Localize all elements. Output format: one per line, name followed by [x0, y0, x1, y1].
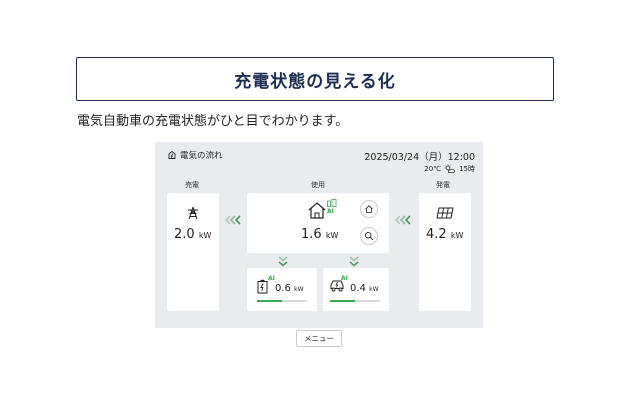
eco-mode-button[interactable] [360, 200, 378, 218]
solar-value: 4.2 kW [426, 227, 463, 242]
cloudy-sun-icon [444, 164, 455, 173]
home-usage-card[interactable]: AI 1.6 kW [247, 193, 389, 253]
energy-flow-panel: 電気の流れ 2025/03/24（月）12:00 20℃ 15時 売電 使用 発… [155, 142, 483, 328]
page-title-box: 充電状態の見える化 [76, 57, 554, 101]
smart-meter-icon [327, 199, 337, 207]
battery-card[interactable]: AI 0.6 kW [247, 268, 317, 311]
home-value-unit: kW [325, 231, 339, 240]
flow-chevron-down-battery-icon [278, 256, 288, 267]
ev-level-fill [330, 300, 355, 302]
search-icon [364, 231, 374, 241]
grid-value-number: 2.0 [174, 227, 195, 242]
solar-value-unit: kW [450, 231, 464, 240]
section-label-usage: 使用 [311, 181, 325, 189]
grid-card[interactable]: 2.0 kW [167, 193, 219, 311]
flow-chevron-left-icon [225, 215, 241, 225]
page-description: 電気自動車の充電状態がひと目でわかります。 [77, 114, 349, 129]
grid-value-unit: kW [198, 231, 212, 240]
menu-button[interactable]: メニュー [296, 330, 342, 347]
ev-ai-badge: AI [341, 275, 348, 282]
solar-panel-icon [436, 207, 454, 219]
datetime-display: 2025/03/24（月）12:00 [364, 152, 475, 163]
power-tower-icon [188, 206, 198, 220]
panel-header: 電気の流れ [167, 149, 223, 161]
battery-icon [257, 279, 268, 294]
battery-ai-badge: AI [268, 275, 275, 282]
solar-card[interactable]: 4.2 kW [419, 193, 471, 311]
battery-value: 0.6 kW [275, 283, 304, 294]
weather-display: 20℃ 15時 [424, 164, 475, 174]
battery-level-fill [257, 300, 282, 302]
grid-value: 2.0 kW [174, 227, 211, 242]
ev-value-number: 0.4 [350, 283, 366, 294]
home-value-number: 1.6 [301, 227, 322, 242]
ev-card[interactable]: AI 0.4 kW [323, 268, 389, 311]
page-title: 充電状態の見える化 [234, 71, 396, 92]
ev-value-unit: kW [369, 286, 379, 293]
power-flow-icon [168, 150, 176, 159]
battery-level-bar [257, 300, 307, 302]
temperature-text: 20℃ [424, 165, 442, 173]
section-label-solar: 発電 [436, 181, 450, 189]
panel-header-title: 電気の流れ [180, 151, 223, 161]
ev-level-bar [330, 300, 380, 302]
search-button[interactable] [360, 227, 378, 245]
house-icon [308, 202, 326, 219]
leaf-house-icon [365, 205, 373, 213]
home-value: 1.6 kW [301, 227, 338, 242]
flow-chevron-right-icon [395, 215, 411, 225]
battery-value-unit: kW [294, 286, 304, 293]
section-label-sell: 売電 [185, 181, 199, 189]
solar-value-number: 4.2 [426, 227, 447, 242]
ev-value: 0.4 kW [350, 283, 379, 294]
weather-time-text: 15時 [459, 165, 475, 173]
flow-chevron-down-ev-icon [349, 256, 359, 267]
home-ai-badge: AI [327, 208, 334, 215]
battery-value-number: 0.6 [275, 283, 291, 294]
